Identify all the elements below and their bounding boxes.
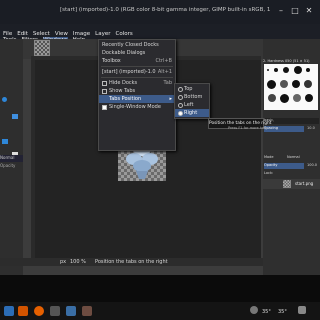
start-menu-icon[interactable]: [4, 306, 14, 316]
menu-colors[interactable]: Colors: [115, 31, 132, 37]
mode-label: Mode: [264, 155, 274, 159]
network-icon[interactable]: [250, 306, 258, 314]
radio-selected-icon: [178, 111, 183, 116]
tray-icon[interactable]: [298, 306, 306, 314]
firefox-icon[interactable]: [34, 306, 44, 316]
menu-item-image[interactable]: [start] (imported)-1.0 Alt+1: [99, 68, 175, 76]
brushes-grid[interactable]: [264, 64, 318, 110]
layer-thumbnail: [283, 180, 291, 188]
files-icon[interactable]: [18, 306, 28, 316]
spacing-value: 10.0: [307, 126, 315, 130]
window-title: [start] (imported)-1.0 (RGB color 8-bit …: [60, 7, 270, 13]
mode-select[interactable]: Normal: [287, 155, 319, 160]
menu-item-dockable-dialogs[interactable]: Dockable Dialogs: [99, 49, 175, 57]
zoom-select[interactable]: 100 %: [70, 259, 86, 265]
opacity-value: 100.0: [307, 163, 318, 167]
minimize-button[interactable]: –: [276, 6, 286, 16]
tray-temperature: 35°: [262, 309, 271, 315]
image-tab-thumbnail[interactable]: [34, 40, 50, 56]
tabs-position-submenu: Top Bottom Left Right: [174, 83, 210, 119]
submenu-item-top[interactable]: Top: [175, 85, 209, 93]
chevron-right-icon: ▸: [169, 96, 172, 102]
menu-separator: [101, 77, 173, 78]
checkbox-icon: [102, 81, 107, 86]
mode-select[interactable]: Normal: [0, 155, 23, 162]
unit-select[interactable]: px: [60, 259, 66, 265]
menu-item-single-window-mode[interactable]: Single-Window Mode: [99, 103, 175, 111]
opacity-label: Opacity: [0, 163, 16, 168]
lock-label: Lock:: [264, 171, 274, 175]
submenu-item-left[interactable]: Left: [175, 101, 209, 109]
statusbar: px 100 % Position the tabs on the right: [0, 258, 263, 266]
tooltip-hint: Press F1 for more help: [228, 126, 268, 130]
submenu-item-bottom[interactable]: Bottom: [175, 93, 209, 101]
app-icon[interactable]: [82, 306, 92, 316]
gimp-icon[interactable]: [66, 306, 76, 316]
layer-name: start.png: [295, 181, 314, 186]
tool-icon[interactable]: [12, 114, 18, 119]
menu-item-hide-docks[interactable]: Hide Docks Tab: [99, 79, 175, 87]
windows-menu: Recently Closed Docks Dockable Dialogs T…: [98, 39, 176, 151]
status-message: Position the tabs on the right: [95, 259, 168, 265]
submenu-item-right[interactable]: Right: [175, 109, 209, 117]
menu-separator: [101, 66, 173, 67]
radio-icon: [178, 87, 183, 92]
menu-item-toolbox[interactable]: Toolbox Ctrl+B: [99, 57, 175, 65]
menu-item-show-tabs[interactable]: Show Tabs: [99, 87, 175, 95]
taskbar: [0, 302, 320, 320]
opacity-label[interactable]: Opacity: [264, 163, 304, 169]
toolbox-dock: Normal Opacity: [0, 39, 23, 275]
layer-row[interactable]: start.png: [263, 179, 320, 189]
menu-item-tabs-position[interactable]: Tabs Position ▸: [99, 95, 175, 103]
brush-tag-input[interactable]: basic,: [264, 118, 319, 124]
desktop-background: [0, 275, 320, 302]
close-button[interactable]: ✕: [304, 6, 314, 16]
terminal-icon[interactable]: [50, 306, 60, 316]
menu-item-recently-closed-docks[interactable]: Recently Closed Docks: [99, 41, 175, 49]
spacing-label[interactable]: Spacing: [264, 126, 304, 132]
radio-icon: [178, 95, 183, 100]
brush-name: 2. Hardness 050 (51 × 51): [263, 59, 310, 63]
radio-icon: [178, 103, 183, 108]
menu-layer[interactable]: Layer: [95, 31, 110, 37]
maximize-button[interactable]: □: [290, 6, 300, 16]
tool-icon[interactable]: [2, 97, 7, 102]
tray-weather: 35°: [278, 309, 287, 315]
checkbox-icon: [102, 105, 107, 110]
tool-icon[interactable]: [2, 139, 8, 144]
checkbox-icon: [102, 89, 107, 94]
